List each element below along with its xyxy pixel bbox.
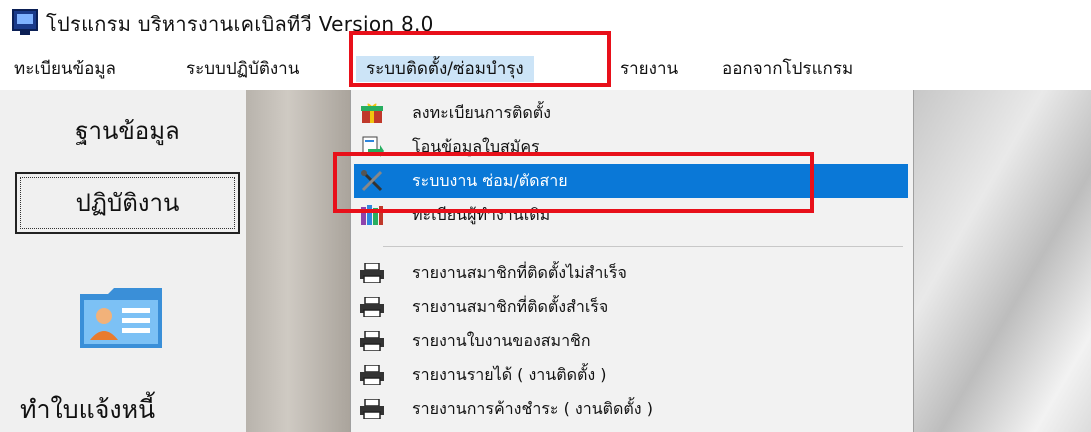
- printer-icon: [360, 365, 384, 385]
- dropdown-item-staff-registry[interactable]: ทะเบียนผู้ทำงานเดิม: [354, 198, 908, 232]
- menu-registration[interactable]: ทะเบียนข้อมูล: [14, 56, 116, 82]
- window-title: โปรแกรม บริหารงานเคเบิลทีวี Version 8.0: [46, 12, 434, 36]
- printer-icon: [360, 331, 384, 351]
- title-bar: โปรแกรม บริหารงานเคเบิลทีวี Version 8.0: [0, 0, 1091, 44]
- menu-installation-maintenance[interactable]: ระบบติดตั้ง/ซ่อมบำรุง: [356, 56, 534, 82]
- books-icon: [361, 205, 383, 225]
- dropdown-item-report-successful-install[interactable]: รายงานสมาชิกที่ติดตั้งสำเร็จ: [354, 290, 908, 324]
- dropdown-item-report-failed-install[interactable]: รายงานสมาชิกที่ติดตั้งไม่สำเร็จ: [354, 256, 908, 290]
- dropdown-item-label: ทะเบียนผู้ทำงานเดิม: [412, 205, 551, 224]
- dropdown-item-report-member-worksheet[interactable]: รายงานใบงานของสมาชิก: [354, 324, 908, 358]
- background-image: [912, 90, 1091, 432]
- installation-maintenance-dropdown: ลงทะเบียนการติดตั้ง โอนข้อมูลใบสมัคร ระบ…: [350, 90, 914, 432]
- sidebar-operations-button[interactable]: ปฏิบัติงาน: [15, 172, 240, 234]
- dropdown-item-label: รายงานสมาชิกที่ติดตั้งไม่สำเร็จ: [412, 263, 627, 282]
- gift-icon: [361, 103, 383, 123]
- sidebar-invoice-label[interactable]: ทำใบแจ้งหนี้: [20, 390, 240, 430]
- dropdown-item-label: รายงานการค้างชำระ ( งานติดตั้ง ): [412, 399, 653, 418]
- app-monitor-icon: [12, 9, 38, 35]
- printer-icon: [360, 263, 384, 283]
- dropdown-item-label: รายงานใบงานของสมาชิก: [412, 331, 591, 350]
- dropdown-item-register-installation[interactable]: ลงทะเบียนการติดตั้ง: [354, 96, 908, 130]
- menu-exit[interactable]: ออกจากโปรแกรม: [722, 56, 853, 82]
- menu-reports[interactable]: รายงาน: [620, 56, 678, 82]
- tools-icon: [361, 170, 383, 192]
- document-transfer-icon: [362, 136, 384, 157]
- dropdown-item-label: ระบบงาน ซ่อม/ตัดสาย: [412, 171, 568, 190]
- sidebar: ฐานข้อมูล ปฏิบัติงาน ทำใบแจ้งหนี้: [0, 90, 246, 432]
- dropdown-item-label: ลงทะเบียนการติดตั้ง: [412, 103, 551, 122]
- printer-icon: [360, 399, 384, 419]
- menu-bar: ทะเบียนข้อมูล ระบบปฏิบัติงาน ระบบติดตั้ง…: [0, 44, 1091, 90]
- background-panel: [246, 90, 350, 432]
- menu-operations[interactable]: ระบบปฏิบัติงาน: [186, 56, 299, 82]
- dropdown-item-transfer-application[interactable]: โอนข้อมูลใบสมัคร: [354, 130, 908, 164]
- sidebar-database-button[interactable]: ฐานข้อมูล: [15, 102, 240, 164]
- printer-icon: [360, 297, 384, 317]
- folder-user-icon[interactable]: [78, 284, 164, 352]
- dropdown-item-label: รายงานรายได้ ( งานติดตั้ง ): [412, 365, 607, 384]
- dropdown-item-label: โอนข้อมูลใบสมัคร: [412, 137, 540, 156]
- menu-separator: [383, 246, 903, 247]
- dropdown-item-label: รายงานสมาชิกที่ติดตั้งสำเร็จ: [412, 297, 609, 316]
- dropdown-item-report-income[interactable]: รายงานรายได้ ( งานติดตั้ง ): [354, 358, 908, 392]
- dropdown-item-report-outstanding[interactable]: รายงานการค้างชำระ ( งานติดตั้ง ): [354, 392, 908, 426]
- dropdown-item-repair-cut-cable[interactable]: ระบบงาน ซ่อม/ตัดสาย: [354, 164, 908, 198]
